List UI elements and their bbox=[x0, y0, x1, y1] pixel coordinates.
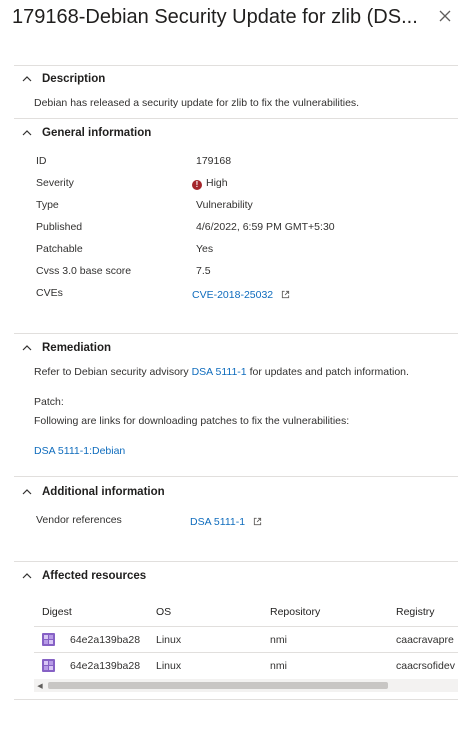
description-section-header[interactable]: Description bbox=[22, 71, 105, 87]
divider bbox=[14, 65, 458, 66]
property-label-cves: CVEs bbox=[36, 287, 63, 299]
property-value-patchable: Yes bbox=[196, 243, 214, 255]
cell-registry: caacravapre bbox=[396, 634, 454, 646]
cell-digest: 64e2a139ba28 bbox=[70, 634, 141, 646]
remediation-text-before: Refer to Debian security advisory bbox=[34, 366, 189, 378]
divider bbox=[14, 476, 458, 477]
column-header-os[interactable]: OS bbox=[156, 606, 171, 618]
cell-registry: caacrsofidev bbox=[396, 660, 455, 672]
remediation-text: Refer to Debian security advisory DSA 51… bbox=[34, 366, 409, 378]
external-link-icon[interactable] bbox=[253, 517, 262, 526]
severity-high-icon: ! bbox=[192, 180, 202, 190]
severity-text: High bbox=[206, 177, 228, 189]
container-registry-icon bbox=[42, 633, 55, 646]
property-value-published: 4/6/2022, 6:59 PM GMT+5:30 bbox=[196, 221, 335, 233]
horizontal-scrollbar[interactable]: ◀ bbox=[34, 679, 458, 692]
property-label-patchable: Patchable bbox=[36, 243, 83, 255]
container-registry-icon bbox=[42, 659, 55, 672]
section-title: Additional information bbox=[42, 486, 165, 498]
patch-label: Patch: bbox=[34, 396, 64, 408]
chevron-up-icon bbox=[22, 345, 32, 351]
column-header-registry[interactable]: Registry bbox=[396, 606, 435, 618]
general-information-section-header[interactable]: General information bbox=[22, 125, 151, 141]
patch-text: Following are links for downloading patc… bbox=[34, 415, 350, 427]
section-title: General information bbox=[42, 127, 152, 139]
affected-resources-section-header[interactable]: Affected resources bbox=[22, 568, 146, 584]
property-label-type: Type bbox=[36, 199, 59, 211]
divider bbox=[14, 561, 458, 562]
chevron-up-icon bbox=[22, 76, 32, 82]
divider bbox=[14, 118, 458, 119]
vendor-reference-link[interactable]: DSA 5111-1 bbox=[190, 516, 245, 528]
chevron-up-icon bbox=[22, 130, 32, 136]
property-label-cvss: Cvss 3.0 base score bbox=[36, 265, 132, 277]
cve-link[interactable]: CVE-2018-25032 bbox=[192, 289, 273, 301]
remediation-text-after: for updates and patch information. bbox=[249, 366, 409, 378]
patch-download-link[interactable]: DSA 5111-1:Debian bbox=[34, 445, 125, 457]
chevron-up-icon bbox=[22, 573, 32, 579]
table-row[interactable]: 64e2a139ba28 Linux nmi caacravapre bbox=[34, 626, 458, 652]
scrollbar-thumb[interactable] bbox=[48, 682, 388, 689]
section-title: Description bbox=[42, 73, 106, 85]
close-icon[interactable] bbox=[436, 7, 454, 25]
column-header-digest[interactable]: Digest bbox=[42, 606, 72, 618]
property-value-cves: CVE-2018-25032 bbox=[192, 289, 290, 301]
property-value-cvss: 7.5 bbox=[196, 265, 211, 277]
cell-digest: 64e2a139ba28 bbox=[70, 660, 141, 672]
property-label-published: Published bbox=[36, 221, 83, 233]
vendor-references-value: DSA 5111-1 bbox=[190, 516, 262, 528]
section-title: Remediation bbox=[42, 342, 112, 354]
vendor-references-label: Vendor references bbox=[36, 514, 122, 526]
property-value-severity: ! High bbox=[192, 177, 228, 190]
chevron-up-icon bbox=[22, 489, 32, 495]
description-text: Debian has released a security update fo… bbox=[34, 97, 360, 109]
scroll-left-icon[interactable]: ◀ bbox=[34, 679, 46, 692]
remediation-section-header[interactable]: Remediation bbox=[22, 340, 111, 356]
property-label-id: ID bbox=[36, 155, 47, 167]
property-value-type: Vulnerability bbox=[196, 199, 253, 211]
advisory-link[interactable]: DSA 5111-1 bbox=[192, 366, 247, 378]
column-header-repository[interactable]: Repository bbox=[270, 606, 320, 618]
cell-os: Linux bbox=[156, 660, 182, 672]
table-row[interactable]: 64e2a139ba28 Linux nmi caacrsofidev bbox=[34, 652, 458, 678]
cell-repository: nmi bbox=[270, 660, 287, 672]
cell-repository: nmi bbox=[270, 634, 287, 646]
property-value-id: 179168 bbox=[196, 155, 232, 167]
property-label-severity: Severity bbox=[36, 177, 74, 189]
cell-os: Linux bbox=[156, 634, 182, 646]
section-title: Affected resources bbox=[42, 570, 147, 582]
divider bbox=[14, 333, 458, 334]
additional-information-section-header[interactable]: Additional information bbox=[22, 484, 165, 500]
panel-title: 179168-Debian Security Update for zlib (… bbox=[12, 6, 418, 28]
external-link-icon[interactable] bbox=[281, 290, 290, 299]
divider bbox=[14, 699, 458, 700]
